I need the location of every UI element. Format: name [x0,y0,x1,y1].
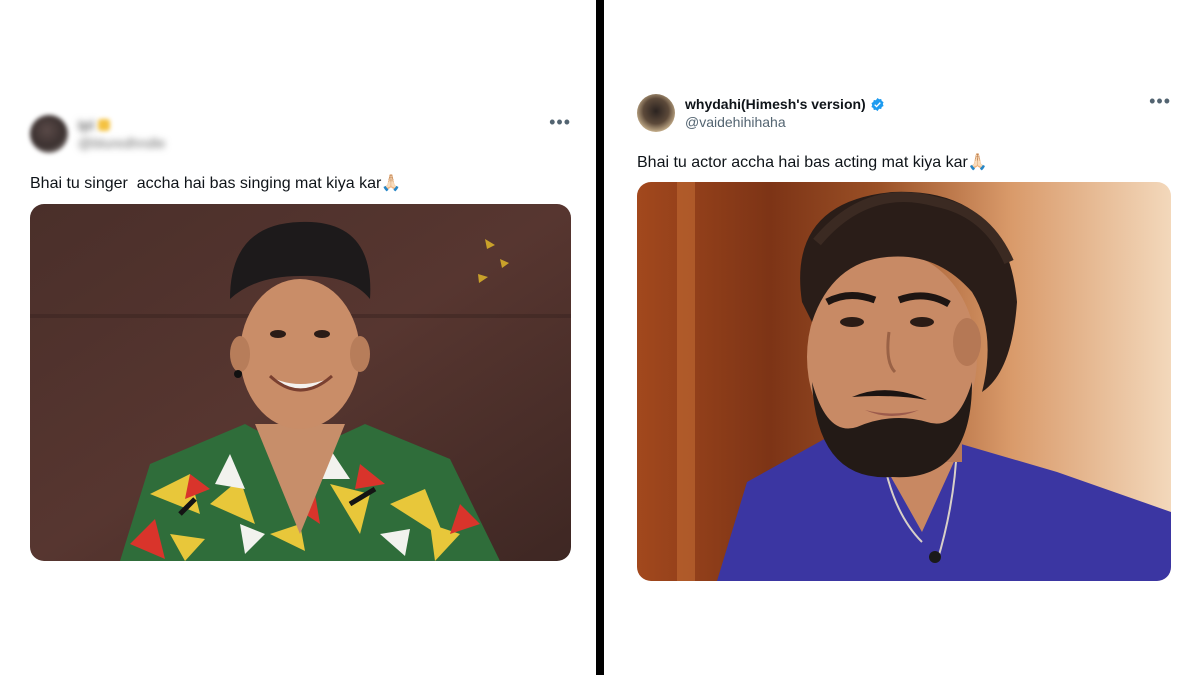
tweet-header: whydahi(Himesh's version) @vaidehihihaha… [637,92,1171,134]
user-handle[interactable]: @vaidehihihaha [685,113,885,131]
user-handle[interactable]: @bluredhndle [78,134,165,152]
avatar[interactable] [30,115,68,153]
tweet-media-photo[interactable] [30,204,571,561]
tweet-header: Ipl @bluredhndle ••• [30,113,571,155]
photo-actor [637,182,1171,581]
folded-hands-icon: 🙏🏻 [967,154,988,171]
blurred-badge-icon [98,119,111,131]
more-options-icon[interactable]: ••• [1149,92,1171,110]
verified-badge-icon [871,97,884,111]
more-options-icon[interactable]: ••• [549,113,571,131]
tweet-text: Bhai tu singer accha hai bas singing mat… [30,173,571,195]
display-name[interactable]: Ipl [78,116,94,134]
right-tweet-card[interactable]: whydahi(Himesh's version) @vaidehihihaha… [637,92,1171,581]
display-name[interactable]: whydahi(Himesh's version) [685,95,866,113]
folded-hands-icon: 🙏🏻 [381,175,402,192]
tweet-media-photo[interactable] [637,182,1171,581]
left-tweet-card[interactable]: Ipl @bluredhndle ••• Bhai tu singer acch… [30,113,571,561]
avatar[interactable] [637,94,675,132]
photo-singer [30,204,571,561]
tweet-text: Bhai tu actor accha hai bas acting mat k… [637,152,1171,174]
author-info: whydahi(Himesh's version) @vaidehihihaha [685,95,885,131]
tweet-text-body: Bhai tu actor accha hai bas acting mat k… [637,154,968,171]
tweet-text-body: Bhai tu singer accha hai bas singing mat… [30,175,382,192]
author-info: Ipl @bluredhndle [78,116,165,152]
center-divider [596,0,604,675]
